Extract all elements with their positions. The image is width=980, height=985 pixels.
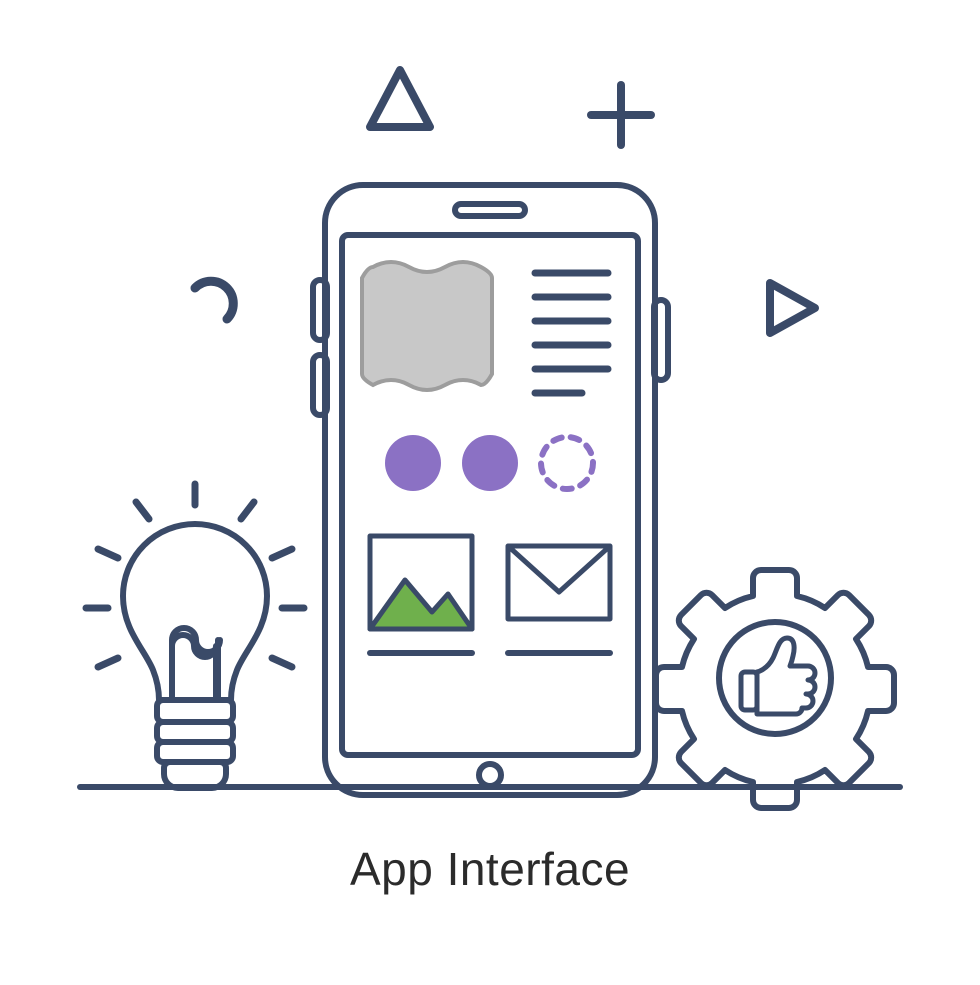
lightbulb-icon <box>86 484 304 788</box>
dots-card <box>358 418 622 508</box>
app-interface-illustration: .ol { stroke:#3a4a68; stroke-width:6; fi… <box>0 0 980 980</box>
image-placeholder-card <box>358 252 508 402</box>
arc-deco-icon <box>195 281 233 319</box>
envelope-card <box>496 524 622 669</box>
phone-icon <box>313 185 668 795</box>
gear-icon <box>656 570 894 808</box>
play-deco-icon <box>770 283 815 333</box>
plus-deco-icon <box>591 85 651 145</box>
thumbs-up-icon <box>741 638 815 714</box>
triangle-deco-icon <box>370 70 430 127</box>
illustration-stage: .ol { stroke:#3a4a68; stroke-width:6; fi… <box>0 0 980 980</box>
text-lines-card <box>522 252 622 402</box>
caption-text: App Interface <box>0 842 980 896</box>
image-card <box>358 524 484 669</box>
